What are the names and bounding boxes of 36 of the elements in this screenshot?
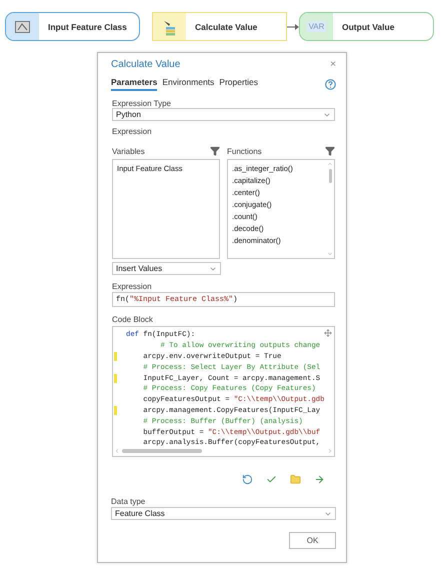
list-label: Variables bbox=[112, 146, 145, 156]
undo-icon[interactable] bbox=[242, 474, 253, 485]
node-label: Output Value bbox=[342, 22, 394, 32]
code-editor[interactable] bbox=[112, 326, 335, 457]
expression-type-dropdown[interactable]: Python bbox=[112, 108, 335, 121]
field-label: Expression Type bbox=[112, 99, 172, 108]
tab[interactable]: Parameters bbox=[111, 77, 158, 91]
help-icon[interactable] bbox=[325, 78, 336, 90]
field-label: Expression bbox=[112, 282, 153, 291]
scrollbar-thumb[interactable] bbox=[328, 169, 332, 183]
insert-values-dropdown[interactable]: Insert Values bbox=[112, 262, 221, 275]
ok-button[interactable]: OK bbox=[289, 532, 336, 549]
node-label: Calculate Value bbox=[195, 22, 258, 32]
connector-arrow bbox=[287, 24, 299, 30]
tab[interactable]: Properties bbox=[219, 77, 258, 91]
data-type-dropdown[interactable]: Feature Class bbox=[111, 507, 336, 520]
filter-icon[interactable] bbox=[210, 146, 220, 156]
filter-icon[interactable] bbox=[325, 146, 335, 156]
tab[interactable]: Environments bbox=[162, 77, 214, 91]
check-icon[interactable] bbox=[266, 474, 277, 485]
list-label: Functions bbox=[227, 146, 262, 156]
node-label: Input Feature Class bbox=[48, 22, 127, 32]
field-label: Code Block bbox=[112, 315, 154, 324]
variable-badge: VAR bbox=[306, 21, 326, 32]
dialog-title: Calculate Value bbox=[111, 58, 180, 70]
model-node[interactable]: VAR Output Value bbox=[299, 12, 434, 41]
folder-icon[interactable] bbox=[290, 474, 301, 485]
feature-class-icon bbox=[15, 20, 30, 32]
move-icon[interactable] bbox=[324, 329, 332, 337]
arrow-icon[interactable] bbox=[314, 474, 325, 485]
section-label: Expression bbox=[112, 127, 153, 136]
model-node[interactable]: Input Feature Class bbox=[5, 12, 140, 41]
field-label: Data type bbox=[111, 497, 146, 506]
close-button[interactable]: × bbox=[330, 58, 336, 70]
model-node[interactable]: Calculate Value bbox=[152, 12, 287, 41]
scrollbar-thumb[interactable] bbox=[122, 449, 202, 453]
